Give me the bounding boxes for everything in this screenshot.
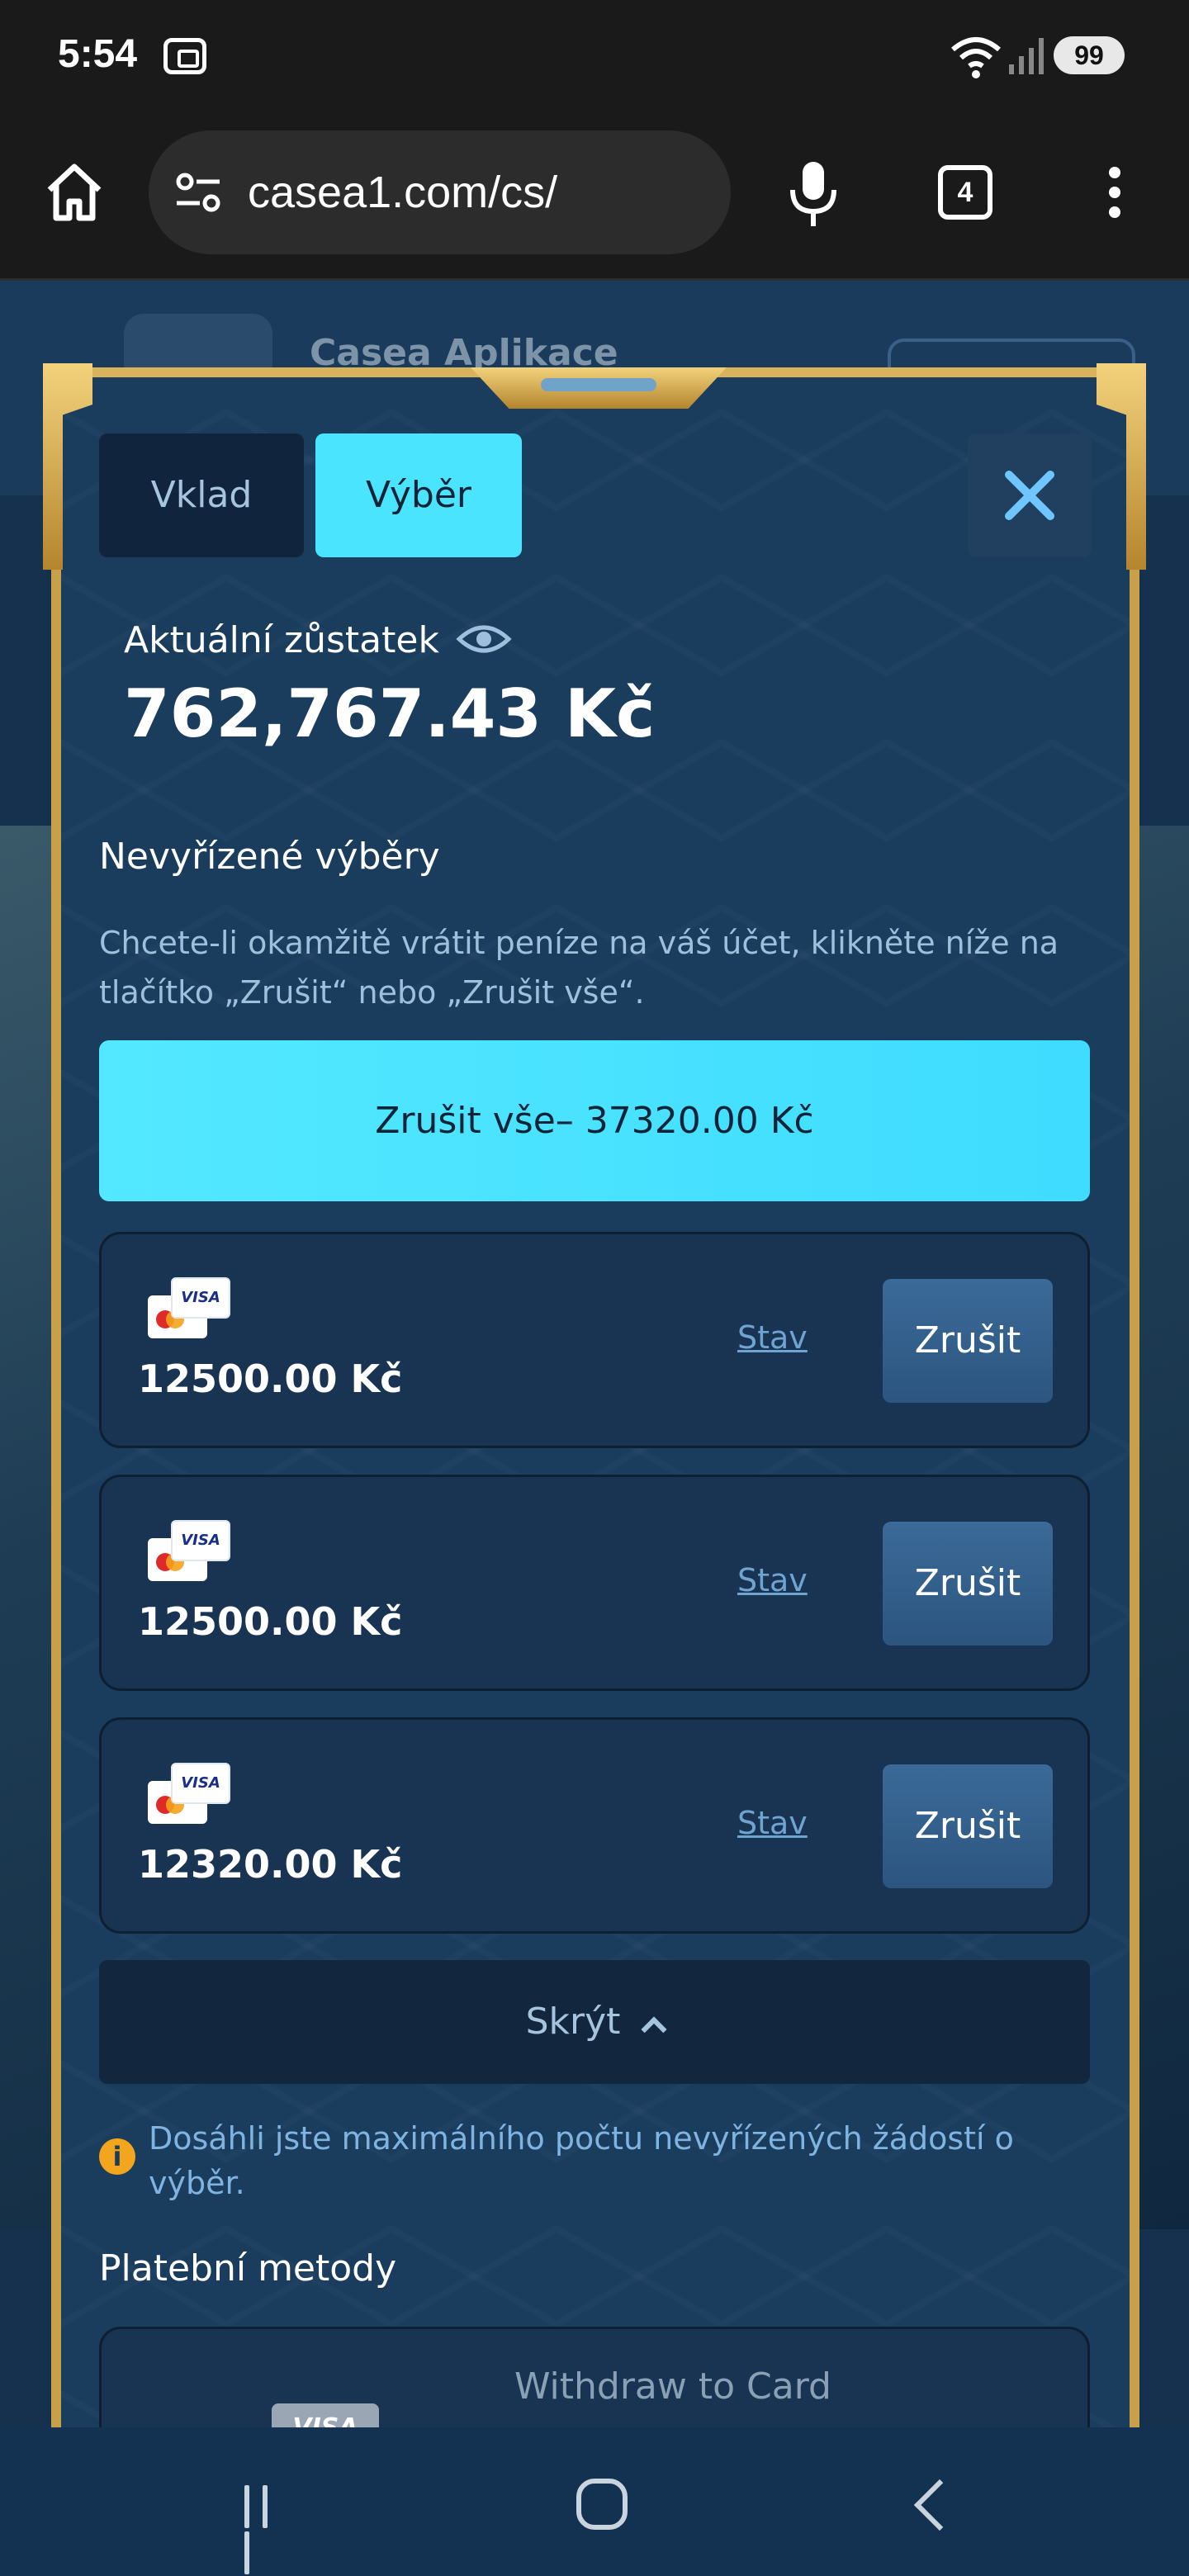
chevron-up-icon[interactable] xyxy=(641,2016,667,2043)
tab-switcher-button[interactable]: 4 xyxy=(938,165,992,220)
visa-badge: VISA xyxy=(171,1277,230,1319)
balance-value: 762,767.43 Kč xyxy=(124,675,656,752)
status-link[interactable]: Stav xyxy=(737,1562,808,1598)
pending-withdrawals-description: Chcete-li okamžitě vrátit peníze na váš … xyxy=(99,925,1059,1011)
battery-indicator: 99 xyxy=(1054,36,1125,74)
withdrawal-amount: 12320.00 Kč xyxy=(138,1842,403,1887)
payment-method-name: Withdraw to Card xyxy=(514,2365,831,2408)
payment-methods-title: Platební metody xyxy=(99,2247,397,2290)
pending-withdrawals-title: Nevyřízené výběry xyxy=(99,836,440,878)
system-nav-bar xyxy=(0,2427,1189,2576)
withdrawal-amount: 12500.00 Kč xyxy=(138,1599,403,1644)
visa-badge: VISA xyxy=(171,1520,230,1561)
status-bar: 5:54 99 xyxy=(0,0,1189,116)
status-link[interactable]: Stav xyxy=(737,1319,808,1356)
wifi-icon xyxy=(951,37,1001,78)
info-message: Dosáhli jste maximálního počtu nevyřízen… xyxy=(149,2120,1014,2201)
card-icon: VISA xyxy=(148,1277,230,1340)
hide-label[interactable]: Skrýt xyxy=(526,2001,621,2043)
card-icon: VISA xyxy=(148,1520,230,1583)
site-settings-icon[interactable] xyxy=(173,172,223,213)
cancel-withdrawal-button[interactable]: Zrušit xyxy=(883,1279,1053,1403)
close-icon[interactable] xyxy=(968,433,1092,557)
cancel-all-button[interactable]: Zrušit vše– 37320.00 Kč xyxy=(99,1040,1090,1201)
tab-deposit[interactable]: Vklad xyxy=(99,433,304,557)
status-time: 5:54 xyxy=(58,32,138,76)
microphone-icon[interactable] xyxy=(784,157,842,231)
withdrawal-amount: 12500.00 Kč xyxy=(138,1357,403,1401)
tab-withdraw[interactable]: Výběr xyxy=(315,433,522,557)
more-menu-icon[interactable] xyxy=(1098,163,1131,230)
pending-withdrawal-row: VISA 12500.00 Kč Stav Zrušit xyxy=(99,1475,1090,1691)
back-icon[interactable] xyxy=(913,2479,966,2531)
visa-badge: VISA xyxy=(171,1763,230,1804)
home-icon[interactable] xyxy=(41,159,107,225)
cancel-withdrawal-button[interactable]: Zrušit xyxy=(883,1522,1053,1646)
card-icon: VISA xyxy=(148,1763,230,1825)
screenshot-icon xyxy=(163,38,206,74)
pending-withdrawal-row: VISA 12500.00 Kč Stav Zrušit xyxy=(99,1232,1090,1448)
status-link[interactable]: Stav xyxy=(737,1805,808,1841)
hide-button[interactable]: Skrýt xyxy=(99,1960,1090,2084)
browser-toolbar: casea1.com/cs/ 4 xyxy=(0,116,1189,281)
close-button[interactable] xyxy=(968,433,1092,557)
info-icon: i xyxy=(99,2138,135,2175)
url-text[interactable]: casea1.com/cs/ xyxy=(248,167,557,218)
balance-label: Aktuální zůstatek xyxy=(124,619,439,661)
signal-icon xyxy=(1009,38,1044,74)
eye-icon[interactable] xyxy=(456,621,512,657)
frame-top-gem xyxy=(541,378,656,391)
home-nav-icon[interactable] xyxy=(576,2479,628,2530)
cancel-withdrawal-button[interactable]: Zrušit xyxy=(883,1764,1053,1888)
pending-withdrawal-row: VISA 12320.00 Kč Stav Zrušit xyxy=(99,1717,1090,1934)
recent-apps-icon[interactable] xyxy=(244,2485,292,2574)
address-bar[interactable]: casea1.com/cs/ xyxy=(149,130,731,254)
